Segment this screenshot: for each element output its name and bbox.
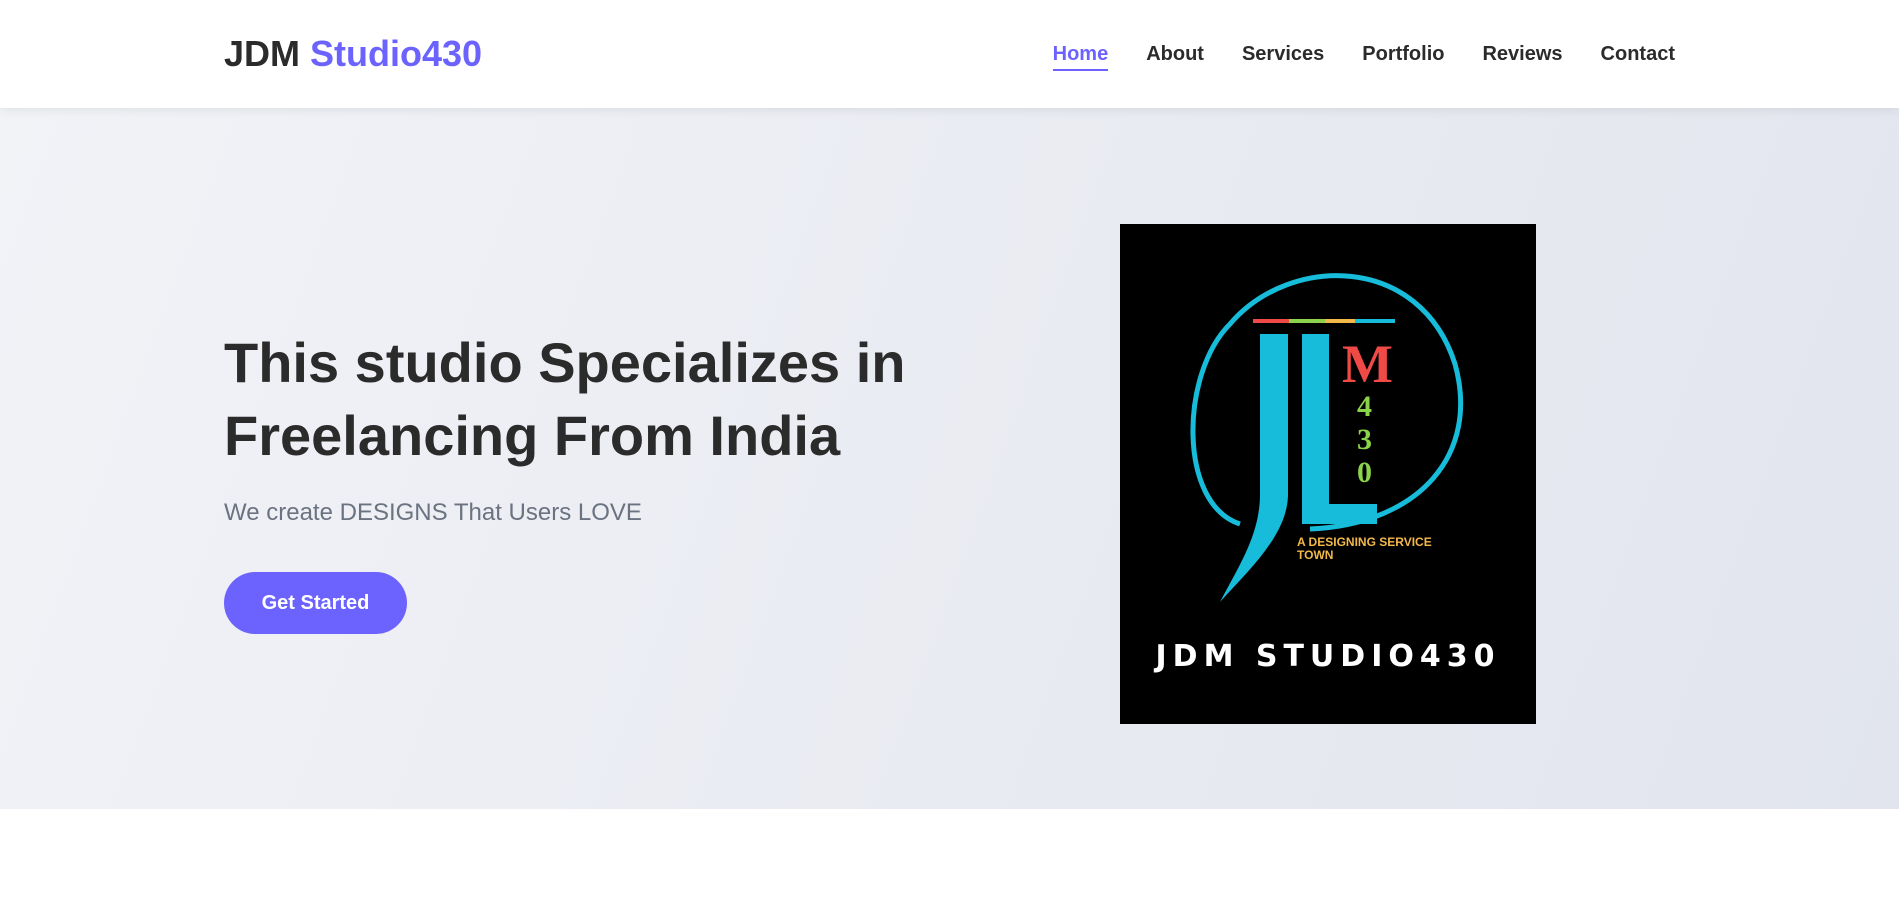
main-nav: Home About Services Portfolio Reviews Co…: [1052, 42, 1675, 71]
get-started-button[interactable]: Get Started: [224, 572, 407, 634]
studio-logo-image: M 4 3 0 A DESIGNING SERVICE TOWN JDM STU…: [1120, 224, 1536, 724]
brand-name-accent: Studio430: [310, 33, 483, 74]
hero-section: This studio Specializes in Freelancing F…: [0, 108, 1899, 809]
nav-link-services[interactable]: Services: [1242, 42, 1324, 71]
nav-link-about[interactable]: About: [1146, 42, 1204, 71]
svg-text:TOWN: TOWN: [1297, 548, 1333, 562]
nav-link-contact[interactable]: Contact: [1601, 42, 1675, 71]
jdm-monogram-logo: M 4 3 0 A DESIGNING SERVICE TOWN JDM STU…: [1120, 224, 1536, 724]
svg-text:M: M: [1342, 334, 1393, 394]
svg-text:JDM STUDIO430: JDM STUDIO430: [1154, 639, 1501, 674]
svg-text:A DESIGNING SERVICE: A DESIGNING SERVICE: [1297, 535, 1432, 549]
site-header: JDM Studio430 Home About Services Portfo…: [0, 0, 1899, 108]
svg-text:3: 3: [1357, 423, 1372, 456]
nav-link-portfolio[interactable]: Portfolio: [1362, 42, 1444, 71]
nav-link-reviews[interactable]: Reviews: [1482, 42, 1562, 71]
brand-logo[interactable]: JDM Studio430: [224, 33, 482, 75]
hero-subtitle: We create DESIGNS That Users LOVE: [224, 499, 642, 526]
brand-name-primary: JDM: [224, 33, 301, 74]
hero-title: This studio Specializes in Freelancing F…: [224, 331, 906, 467]
nav-link-home[interactable]: Home: [1052, 42, 1109, 71]
svg-text:0: 0: [1357, 456, 1372, 489]
svg-text:4: 4: [1357, 390, 1372, 423]
